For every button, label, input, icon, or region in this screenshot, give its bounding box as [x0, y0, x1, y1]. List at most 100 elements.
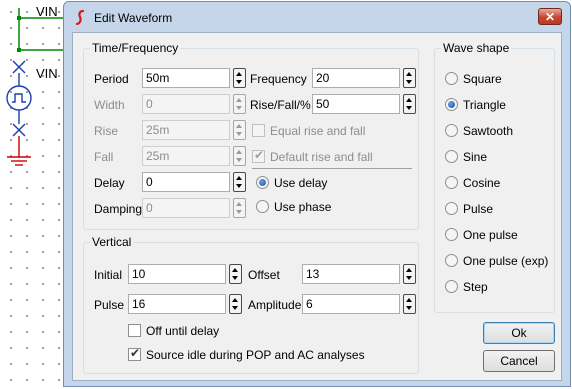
- spin-down-icon[interactable]: [236, 184, 242, 188]
- pulse-input[interactable]: 16: [128, 294, 226, 314]
- frequency-spinner[interactable]: [403, 68, 416, 88]
- wave-shape-radio-triangle[interactable]: [445, 98, 458, 111]
- off-until-delay-checkbox[interactable]: [128, 324, 141, 337]
- spin-down-icon[interactable]: [236, 158, 242, 162]
- spin-down-icon[interactable]: [232, 276, 238, 280]
- spin-up-icon[interactable]: [236, 98, 242, 102]
- wave-shape-label-square: Square: [463, 72, 502, 86]
- spin-down-icon[interactable]: [406, 276, 412, 280]
- rise-label: Rise: [94, 124, 119, 138]
- spin-down-icon[interactable]: [406, 306, 412, 310]
- damping-spinner[interactable]: [233, 198, 246, 218]
- spin-up-icon[interactable]: [406, 298, 412, 302]
- offset-input[interactable]: 13: [302, 264, 400, 284]
- width-input[interactable]: 0: [142, 94, 230, 114]
- edit-waveform-dialog: Edit Waveform ✕ Time/Frequency Period 50…: [63, 1, 571, 387]
- wave-shape-radio-sawtooth[interactable]: [445, 124, 458, 137]
- title-bar[interactable]: Edit Waveform ✕: [64, 2, 570, 32]
- fall-input[interactable]: 25m: [142, 146, 230, 166]
- checkmark-icon: ✔: [130, 346, 141, 360]
- spin-up-icon[interactable]: [406, 98, 412, 102]
- source-idle-checkbox[interactable]: ✔: [128, 346, 141, 361]
- use-phase-radio[interactable]: [256, 200, 269, 213]
- pulse-label: Pulse: [94, 298, 125, 312]
- equal-rise-fall-label: Equal rise and fall: [270, 124, 366, 138]
- spin-up-icon[interactable]: [236, 72, 242, 76]
- wave-shape-radio-sine[interactable]: [445, 150, 458, 163]
- period-input[interactable]: 50m: [142, 68, 230, 88]
- spin-down-icon[interactable]: [232, 306, 238, 310]
- cancel-button[interactable]: Cancel: [483, 350, 555, 372]
- damping-label: Damping: [94, 202, 143, 216]
- amplitude-label: Amplitude: [248, 298, 302, 312]
- window-title: Edit Waveform: [94, 11, 173, 25]
- delay-spinner[interactable]: [233, 172, 246, 192]
- spin-up-icon[interactable]: [236, 150, 242, 154]
- wave-shape-radio-cosine[interactable]: [445, 176, 458, 189]
- spin-down-icon[interactable]: [236, 80, 242, 84]
- use-delay-label: Use delay: [274, 176, 328, 190]
- spin-down-icon[interactable]: [406, 80, 412, 84]
- spin-down-icon[interactable]: [406, 106, 412, 110]
- initial-spinner[interactable]: [229, 264, 242, 284]
- offset-spinner[interactable]: [403, 264, 416, 284]
- wave-shape-label-triangle: Triangle: [463, 98, 506, 112]
- spin-up-icon[interactable]: [232, 268, 238, 272]
- net-label-top: VIN: [36, 4, 58, 19]
- initial-input[interactable]: 10: [128, 264, 226, 284]
- wave-shape-radio-step[interactable]: [445, 280, 458, 293]
- spin-up-icon[interactable]: [236, 176, 242, 180]
- use-delay-radio[interactable]: [256, 176, 269, 189]
- period-label: Period: [94, 72, 129, 86]
- spin-down-icon[interactable]: [236, 106, 242, 110]
- wave-shape-radio-pulse[interactable]: [445, 202, 458, 215]
- time-frequency-group: Time/Frequency Period 50m Width 0 Rise 2…: [83, 41, 419, 230]
- ok-button[interactable]: Ok: [483, 322, 555, 344]
- source-idle-label: Source idle during POP and AC analyses: [146, 348, 365, 362]
- off-until-delay-label: Off until delay: [146, 324, 220, 338]
- checkmark-icon: ✔: [254, 148, 265, 162]
- rise-spinner[interactable]: [233, 120, 246, 140]
- wave-shape-label-cosine: Cosine: [463, 176, 501, 190]
- vertical-group: Vertical Initial 10 Pulse 16 Offset 13 A…: [83, 235, 419, 374]
- wave-shape-radio-square[interactable]: [445, 72, 458, 85]
- spin-up-icon[interactable]: [236, 202, 242, 206]
- wave-shape-label-step: Step: [463, 280, 488, 294]
- rise-fall-spinner[interactable]: [403, 94, 416, 114]
- rise-fall-label: Rise/Fall/%: [250, 98, 311, 112]
- amplitude-input[interactable]: 6: [302, 294, 400, 314]
- pulse-spinner[interactable]: [229, 294, 242, 314]
- spin-up-icon[interactable]: [232, 298, 238, 302]
- wave-shape-label-pulse: Pulse: [463, 202, 494, 216]
- wave-shape-label-sine: Sine: [463, 150, 488, 164]
- width-spinner[interactable]: [233, 94, 246, 114]
- spin-down-icon[interactable]: [236, 132, 242, 136]
- initial-label: Initial: [94, 268, 123, 282]
- default-rise-fall-checkbox[interactable]: ✔: [252, 148, 265, 163]
- divider: [252, 168, 412, 169]
- equal-rise-fall-checkbox[interactable]: [252, 124, 265, 137]
- wave-shape-label-one-pulse: One pulse: [463, 228, 518, 242]
- fall-label: Fall: [94, 150, 114, 164]
- damping-input[interactable]: 0: [142, 198, 230, 218]
- frequency-label: Frequency: [250, 72, 307, 86]
- spin-up-icon[interactable]: [406, 72, 412, 76]
- spin-up-icon[interactable]: [236, 124, 242, 128]
- net-label-mid: VIN: [36, 66, 58, 81]
- offset-label: Offset: [248, 268, 280, 282]
- period-spinner[interactable]: [233, 68, 246, 88]
- fall-spinner[interactable]: [233, 146, 246, 166]
- vertical-title: Vertical: [90, 235, 134, 249]
- schematic-canvas[interactable]: VIN VIN: [0, 0, 66, 389]
- rise-fall-input[interactable]: 50: [312, 94, 400, 114]
- amplitude-spinner[interactable]: [403, 294, 416, 314]
- frequency-input[interactable]: 20: [312, 68, 400, 88]
- spin-up-icon[interactable]: [406, 268, 412, 272]
- close-button[interactable]: ✕: [538, 8, 562, 25]
- rise-input[interactable]: 25m: [142, 120, 230, 140]
- delay-input[interactable]: 0: [142, 172, 230, 192]
- wave-shape-label-sawtooth: Sawtooth: [463, 124, 514, 138]
- wave-shape-radio-one-pulse[interactable]: [445, 228, 458, 241]
- spin-down-icon[interactable]: [236, 210, 242, 214]
- wave-shape-radio-one-pulse-exp[interactable]: [445, 254, 458, 267]
